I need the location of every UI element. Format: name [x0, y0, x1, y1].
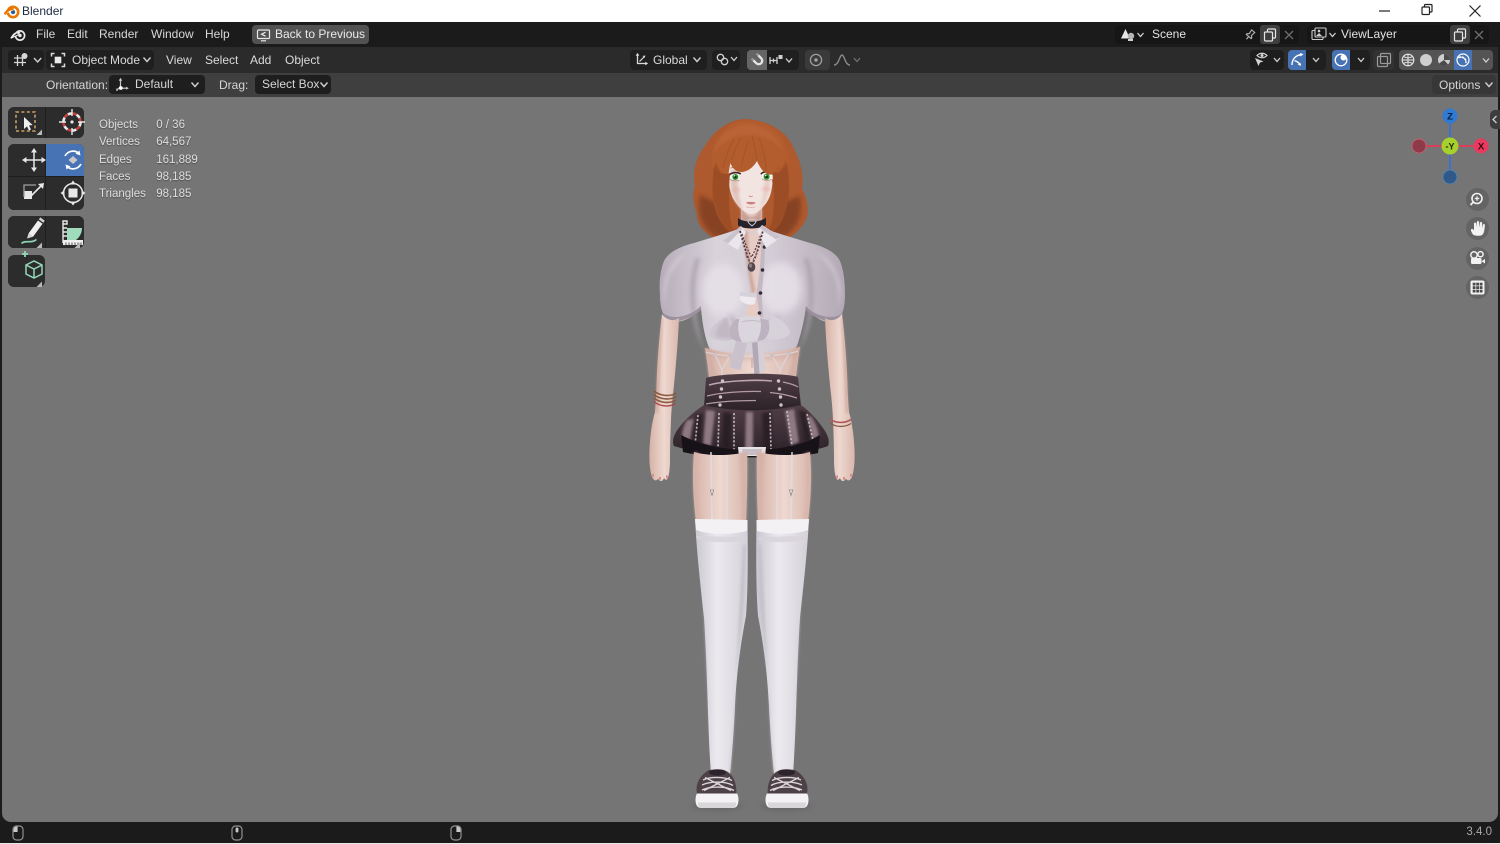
svg-text:-Y: -Y: [1446, 142, 1455, 152]
svg-text:X: X: [1478, 142, 1485, 153]
svg-text:Z: Z: [1447, 112, 1453, 123]
